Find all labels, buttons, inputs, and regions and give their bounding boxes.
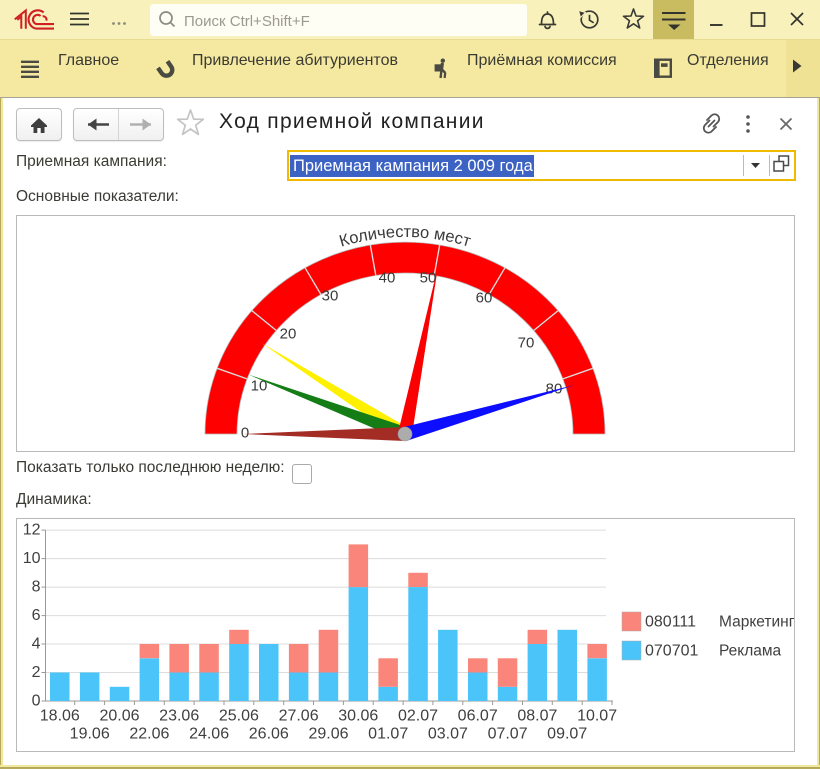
svg-text:08.07: 08.07 bbox=[517, 708, 557, 725]
svg-text:26.06: 26.06 bbox=[249, 726, 289, 743]
svg-text:20: 20 bbox=[280, 326, 297, 343]
svg-text:30: 30 bbox=[322, 288, 339, 305]
svg-text:19.06: 19.06 bbox=[70, 726, 110, 743]
svg-text:18.06: 18.06 bbox=[40, 708, 80, 725]
svg-text:27.06: 27.06 bbox=[279, 708, 319, 725]
svg-text:23.06: 23.06 bbox=[159, 708, 199, 725]
svg-text:03.07: 03.07 bbox=[428, 726, 468, 743]
svg-text:06.07: 06.07 bbox=[458, 708, 498, 725]
svg-text:070701: 070701 bbox=[645, 643, 698, 660]
svg-text:02.07: 02.07 bbox=[398, 708, 438, 725]
svg-text:20.06: 20.06 bbox=[99, 708, 139, 725]
svg-text:60: 60 bbox=[476, 290, 493, 307]
svg-text:8: 8 bbox=[32, 579, 41, 596]
svg-text:10: 10 bbox=[23, 550, 41, 567]
svg-text:07.07: 07.07 bbox=[488, 726, 528, 743]
svg-text:70: 70 bbox=[518, 335, 535, 352]
svg-text:Реклама: Реклама bbox=[719, 643, 782, 660]
svg-text:29.06: 29.06 bbox=[308, 726, 348, 743]
svg-text:0: 0 bbox=[241, 425, 249, 442]
svg-text:2: 2 bbox=[32, 664, 41, 681]
svg-text:24.06: 24.06 bbox=[189, 726, 229, 743]
svg-text:09.07: 09.07 bbox=[547, 726, 587, 743]
svg-text:080111: 080111 bbox=[645, 614, 696, 631]
svg-text:4: 4 bbox=[32, 636, 41, 653]
svg-text:Маркетинг: Маркетинг bbox=[719, 614, 794, 631]
svg-text:01.07: 01.07 bbox=[368, 726, 408, 743]
svg-text:25.06: 25.06 bbox=[219, 708, 259, 725]
svg-text:10.07: 10.07 bbox=[577, 708, 617, 725]
svg-text:12: 12 bbox=[23, 522, 41, 539]
svg-text:30.06: 30.06 bbox=[338, 708, 378, 725]
svg-text:22.06: 22.06 bbox=[129, 726, 169, 743]
svg-text:6: 6 bbox=[32, 607, 41, 624]
svg-text:40: 40 bbox=[379, 270, 396, 287]
